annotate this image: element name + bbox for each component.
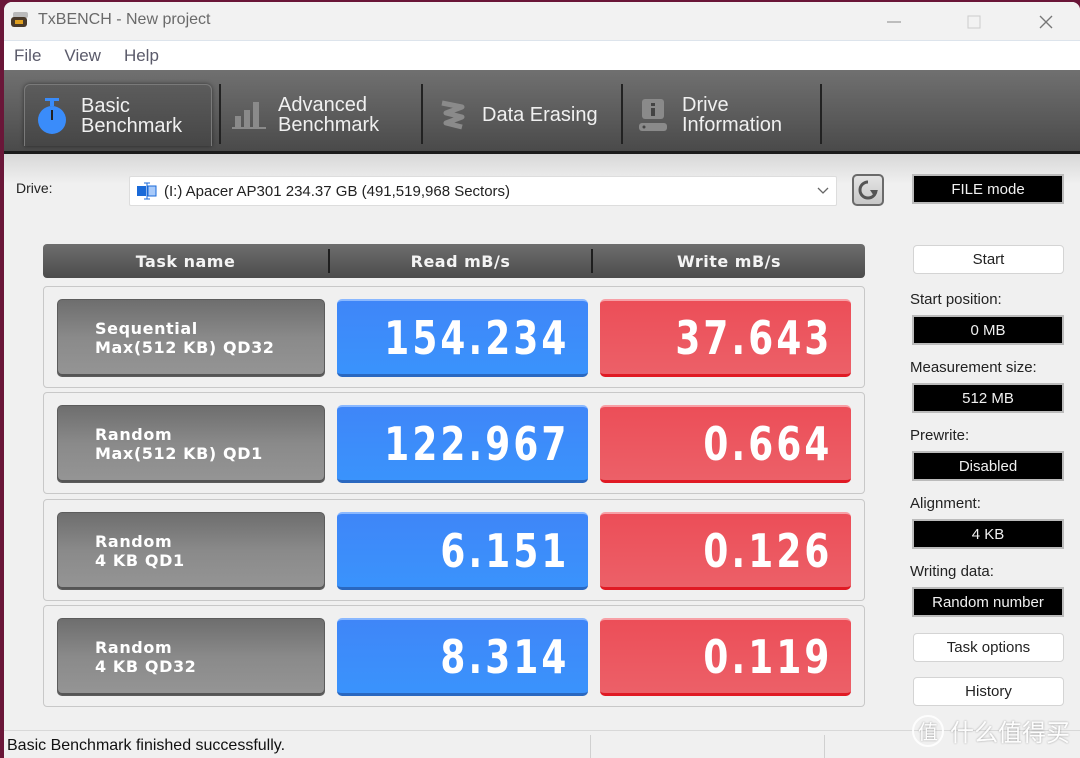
drive-selected-value: (I:) Apacer AP301 234.37 GB (491,519,968… xyxy=(164,182,511,200)
status-separator xyxy=(824,735,825,758)
mode-indicator: FILE mode xyxy=(912,174,1064,204)
results-table-header: Task name Read mB/s Write mB/s xyxy=(43,244,865,278)
stopwatch-icon xyxy=(35,97,69,134)
minimize-button[interactable] xyxy=(874,8,914,36)
toolbar: Basic Benchmark Advanced Benchmark Data … xyxy=(4,70,1080,154)
measurement-size-value[interactable]: 512 MB xyxy=(912,383,1064,413)
read-value-text: 8.314 xyxy=(440,629,570,684)
status-separator xyxy=(590,735,591,758)
result-row-random-4k-qd32: Random 4 KB QD32 8.314 0.119 xyxy=(43,605,865,707)
status-message: Basic Benchmark finished successfully. xyxy=(7,737,286,754)
drive-icon xyxy=(137,182,157,200)
watermark-text: 什么值得买 xyxy=(950,719,1070,747)
prewrite-value[interactable]: Disabled xyxy=(912,451,1064,481)
tab-label-line1: Basic xyxy=(81,94,130,117)
header-read: Read mB/s xyxy=(410,251,511,271)
tab-separator xyxy=(219,84,221,144)
task-name-line2: Max(512 KB) QD1 xyxy=(95,444,263,463)
tab-label-line2: Information xyxy=(682,114,783,136)
drive-info-icon xyxy=(636,98,670,132)
bar-chart-icon xyxy=(232,98,266,132)
write-value: 0.664 xyxy=(600,405,851,483)
task-button[interactable]: Random Max(512 KB) QD1 xyxy=(57,405,325,483)
read-value-text: 6.151 xyxy=(440,523,570,578)
eraser-icon xyxy=(436,98,470,132)
task-button[interactable]: Sequential Max(512 KB) QD32 xyxy=(57,299,325,377)
write-value-text: 0.126 xyxy=(703,523,833,578)
menu-help[interactable]: Help xyxy=(123,46,160,66)
history-button[interactable]: History xyxy=(913,677,1064,706)
writing-data-label: Writing data: xyxy=(910,563,994,580)
write-value-text: 0.664 xyxy=(703,416,833,471)
close-button[interactable] xyxy=(1026,8,1066,36)
refresh-icon xyxy=(858,180,878,200)
task-name-line1: Random xyxy=(95,425,173,444)
tab-separator xyxy=(820,84,822,144)
start-button[interactable]: Start xyxy=(913,245,1064,274)
task-button[interactable]: Random 4 KB QD32 xyxy=(57,618,325,696)
alignment-value[interactable]: 4 KB xyxy=(912,519,1064,549)
result-row-random-4k-qd1: Random 4 KB QD1 6.151 0.126 xyxy=(43,499,865,601)
prewrite-label: Prewrite: xyxy=(910,427,970,444)
tab-label-line2: Benchmark xyxy=(278,114,380,136)
task-options-button[interactable]: Task options xyxy=(913,633,1064,662)
tab-advanced-benchmark[interactable]: Advanced Benchmark xyxy=(232,84,412,146)
tab-label-line1: Advanced xyxy=(278,94,367,116)
write-value: 37.643 xyxy=(600,299,851,377)
result-row-random-512k-qd1: Random Max(512 KB) QD1 122.967 0.664 xyxy=(43,392,865,494)
write-value: 0.119 xyxy=(600,618,851,696)
task-name-line1: Random xyxy=(95,532,173,551)
task-name-line2: 4 KB QD1 xyxy=(95,551,185,570)
write-value-text: 0.119 xyxy=(703,629,833,684)
watermark: 值 什么值得买 xyxy=(912,713,1070,748)
task-name-line2: 4 KB QD32 xyxy=(95,657,197,676)
tab-basic-benchmark[interactable]: Basic Benchmark xyxy=(24,84,212,146)
minimize-icon xyxy=(887,21,901,23)
task-button[interactable]: Random 4 KB QD1 xyxy=(57,512,325,590)
read-value-text: 154.234 xyxy=(384,310,570,365)
header-write: Write mB/s xyxy=(676,251,782,271)
start-position-label: Start position: xyxy=(910,291,1002,308)
app-icon xyxy=(11,12,28,27)
maximize-icon xyxy=(967,15,981,29)
write-value-text: 37.643 xyxy=(675,310,833,365)
task-name-line1: Random xyxy=(95,638,173,657)
task-name-line1: Sequential xyxy=(95,319,198,338)
read-value: 154.234 xyxy=(337,299,588,377)
refresh-button[interactable] xyxy=(852,174,884,206)
writing-data-value[interactable]: Random number xyxy=(912,587,1064,617)
tab-label-line1: Drive xyxy=(682,94,729,116)
maximize-button[interactable] xyxy=(954,8,994,36)
menu-view[interactable]: View xyxy=(63,46,102,66)
result-row-sequential-qd32: Sequential Max(512 KB) QD32 154.234 37.6… xyxy=(43,286,865,388)
title-bar: TxBENCH - New project xyxy=(4,2,1080,40)
tab-separator xyxy=(621,84,623,144)
alignment-label: Alignment: xyxy=(910,495,981,512)
chevron-down-icon xyxy=(817,187,829,194)
read-value: 8.314 xyxy=(337,618,588,696)
drive-select[interactable]: (I:) Apacer AP301 234.37 GB (491,519,968… xyxy=(129,176,837,206)
header-task-name: Task name xyxy=(135,251,236,271)
measurement-size-label: Measurement size: xyxy=(910,359,1037,376)
read-value: 6.151 xyxy=(337,512,588,590)
watermark-logo: 值 xyxy=(912,714,944,747)
read-value-text: 122.967 xyxy=(384,416,570,471)
drive-label: Drive: xyxy=(16,180,53,196)
menu-bar: File View Help xyxy=(4,40,1080,70)
window-title: TxBENCH - New project xyxy=(38,11,211,28)
tab-separator xyxy=(421,84,423,144)
read-value: 122.967 xyxy=(337,405,588,483)
tab-data-erasing[interactable]: Data Erasing xyxy=(436,84,616,146)
write-value: 0.126 xyxy=(600,512,851,590)
close-icon xyxy=(1039,15,1053,29)
start-position-value[interactable]: 0 MB xyxy=(912,315,1064,345)
tab-drive-information[interactable]: Drive Information xyxy=(636,84,816,146)
menu-file[interactable]: File xyxy=(13,46,42,66)
tab-label-line2: Benchmark xyxy=(81,114,183,137)
task-name-line2: Max(512 KB) QD32 xyxy=(95,338,275,357)
tab-label-line1: Data Erasing xyxy=(482,104,598,126)
app-window: TxBENCH - New project File View Help Bas… xyxy=(4,2,1080,758)
